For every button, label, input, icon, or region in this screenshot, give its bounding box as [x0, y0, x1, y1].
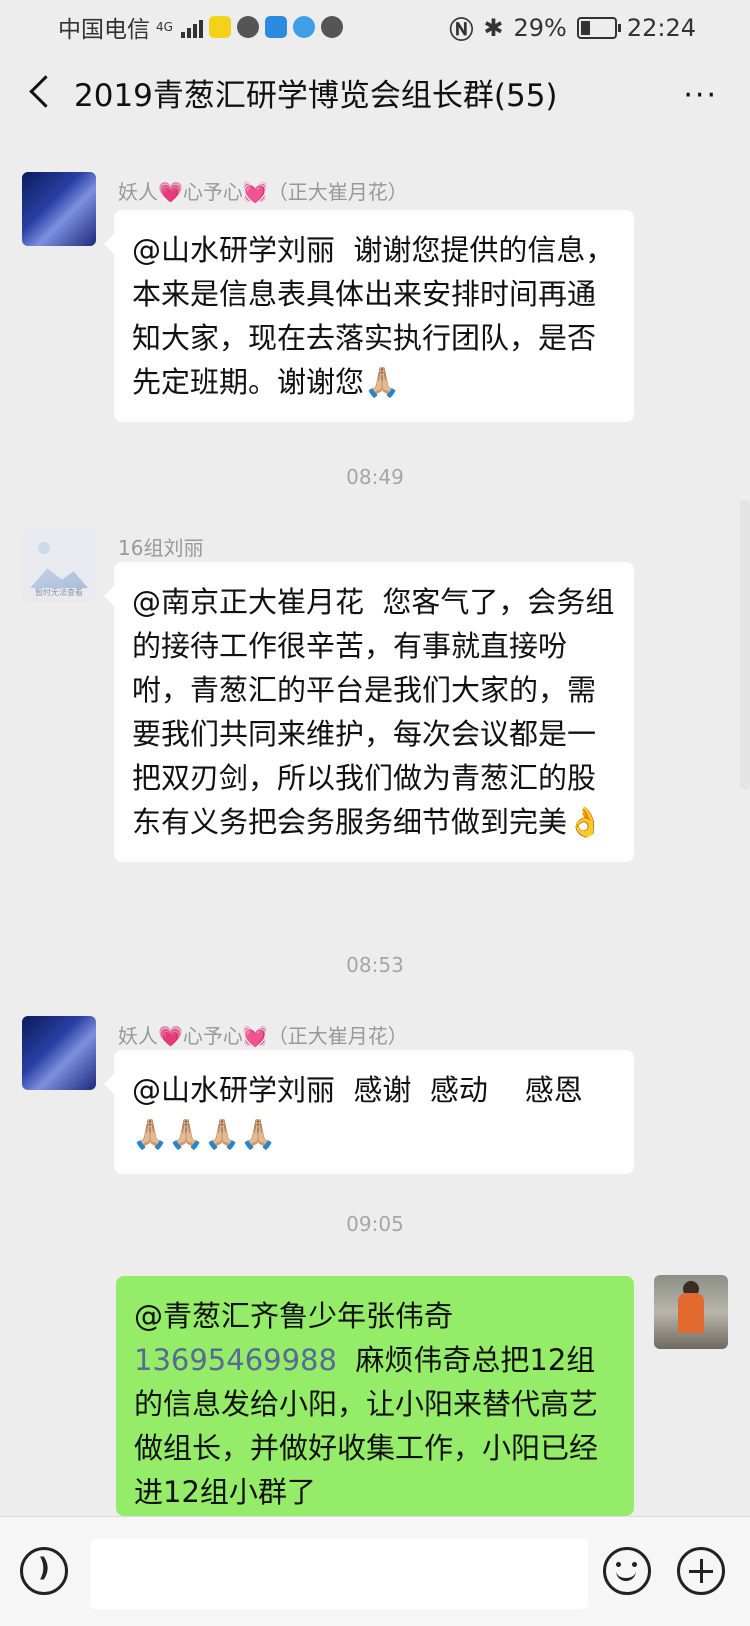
- avatar-caption: 暂时无法查看: [35, 588, 83, 597]
- message-bubble[interactable]: @山水研学刘丽 谢谢您提供的信息，本来是信息表具体出来安排时间再通知大家，现在去…: [104, 210, 634, 422]
- message-bubble[interactable]: @山水研学刘丽 感谢 感动 感恩🙏🏼🙏🏼🙏🏼🙏🏼: [104, 1050, 634, 1174]
- scrollbar[interactable]: [740, 500, 750, 790]
- bluetooth-icon: ✱: [483, 13, 504, 42]
- timestamp: 09:05: [346, 1212, 404, 1236]
- browser-icon: [264, 16, 287, 38]
- timestamp: 08:53: [346, 953, 404, 977]
- nfc-icon: Ⓝ: [449, 16, 474, 44]
- emoji-icon[interactable]: [603, 1547, 651, 1595]
- novel-app-icon: [208, 16, 231, 38]
- carrier-label: 中国电信: [58, 17, 150, 43]
- sender-name: 妖人💗心予心💓（正大崔月花）: [118, 1024, 408, 1048]
- chat-title: 2019青葱汇研学博览会组长群(55): [74, 78, 558, 114]
- message-text: @青葱汇齐鲁少年张伟奇 13695469988 麻烦伟奇总把12组的信息发给小阳…: [134, 1294, 616, 1514]
- back-icon[interactable]: [24, 72, 64, 116]
- battery-percent: 29%: [513, 13, 567, 42]
- message-text: @山水研学刘丽 谢谢您提供的信息，本来是信息表具体出来安排时间再通知大家，现在去…: [132, 233, 615, 399]
- network-label: 4G: [156, 20, 173, 34]
- plus-icon[interactable]: [677, 1547, 725, 1595]
- timestamp: 08:49: [346, 465, 404, 489]
- cloud-app-icon: [292, 16, 315, 38]
- input-bar: [0, 1516, 750, 1626]
- message-bubble-own[interactable]: @青葱汇齐鲁少年张伟奇 13695469988 麻烦伟奇总把12组的信息发给小阳…: [116, 1276, 634, 1516]
- message-bubble[interactable]: @南京正大崔月花 您客气了，会务组的接待工作很辛苦，有事就直接吩咐，青葱汇的平台…: [104, 562, 634, 862]
- voice-icon[interactable]: [20, 1547, 68, 1595]
- clock: 22:24: [626, 13, 696, 42]
- avatar[interactable]: 暂时无法查看: [22, 528, 96, 602]
- wechat-icon: [236, 16, 259, 38]
- message-text: @南京正大崔月花 您客气了，会务组的接待工作很辛苦，有事就直接吩咐，青葱汇的平台…: [132, 585, 615, 839]
- hexagon-app-icon: [320, 16, 343, 38]
- battery-icon: [576, 16, 621, 39]
- avatar[interactable]: [22, 1016, 96, 1090]
- avatar-self[interactable]: [654, 1275, 728, 1349]
- status-left: 中国电信 4G: [58, 10, 343, 44]
- message-text: @山水研学刘丽 感谢 感动 感恩🙏🏼🙏🏼🙏🏼🙏🏼: [132, 1073, 583, 1151]
- status-bar: 中国电信 4G Ⓝ ✱ 29% 22:24: [0, 0, 750, 50]
- status-right: Ⓝ ✱ 29% 22:24: [449, 10, 696, 45]
- sender-name: 16组刘丽: [118, 536, 204, 560]
- phone-link[interactable]: 13695469988: [134, 1343, 337, 1377]
- sender-name: 妖人💗心予心💓（正大崔月花）: [118, 180, 408, 204]
- more-options-icon[interactable]: ···: [683, 78, 718, 113]
- signal-icon: [180, 16, 203, 38]
- message-input[interactable]: [90, 1539, 588, 1609]
- message-text-before: @青葱汇齐鲁少年张伟奇: [134, 1299, 463, 1333]
- chat-header: 2019青葱汇研学博览会组长群(55) ···: [0, 52, 750, 134]
- avatar[interactable]: [22, 172, 96, 246]
